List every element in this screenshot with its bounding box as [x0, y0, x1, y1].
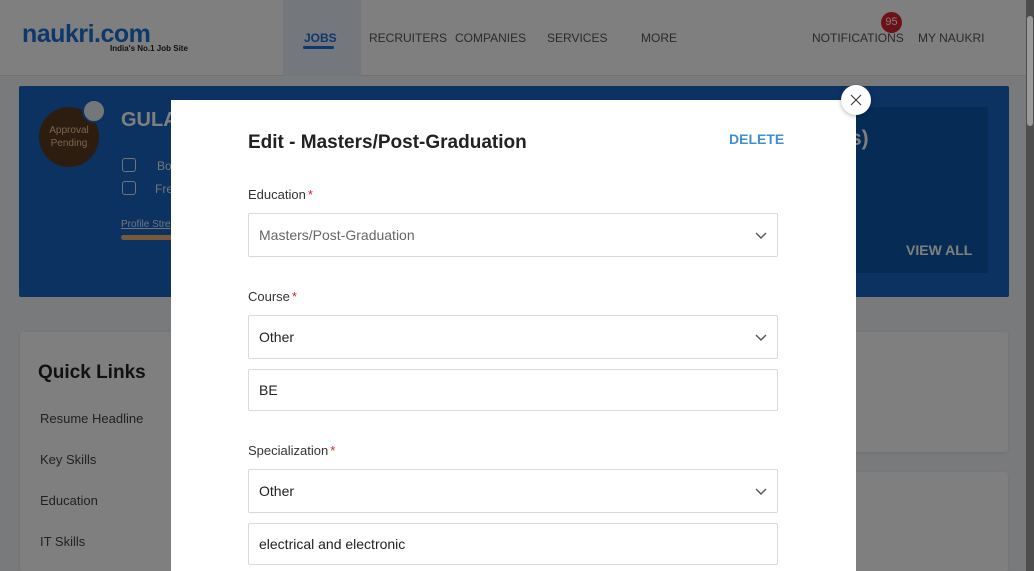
specialization-label: Specialization *	[248, 443, 336, 458]
delete-button[interactable]: DELETE	[729, 131, 784, 147]
chevron-down-icon	[755, 232, 767, 239]
course-other-value: BE	[259, 382, 278, 398]
edit-education-modal: Edit - Masters/Post-Graduation DELETE Ed…	[171, 100, 856, 571]
modal-title: Edit - Masters/Post-Graduation	[248, 132, 527, 153]
specialization-select[interactable]: Other	[248, 469, 778, 513]
education-select[interactable]: Masters/Post-Graduation	[248, 213, 778, 257]
course-select[interactable]: Other	[248, 315, 778, 359]
scrollbar-thumb[interactable]	[1027, 16, 1033, 126]
required-marker: *	[291, 289, 297, 304]
chevron-down-icon	[755, 334, 767, 341]
required-marker: *	[307, 187, 313, 202]
specialization-other-value: electrical and electronic	[259, 536, 406, 552]
close-icon	[850, 94, 862, 106]
specialization-other-input[interactable]: electrical and electronic	[248, 523, 778, 565]
course-value: Other	[259, 329, 295, 345]
page-scrollbar[interactable]	[1026, 0, 1034, 571]
course-label: Course *	[248, 289, 297, 304]
chevron-down-icon	[755, 488, 767, 495]
education-label: Education *	[248, 187, 313, 202]
education-value: Masters/Post-Graduation	[259, 227, 415, 243]
specialization-value: Other	[259, 483, 295, 499]
required-marker: *	[330, 443, 336, 458]
course-other-input[interactable]: BE	[248, 369, 778, 411]
close-modal-button[interactable]	[841, 85, 871, 115]
